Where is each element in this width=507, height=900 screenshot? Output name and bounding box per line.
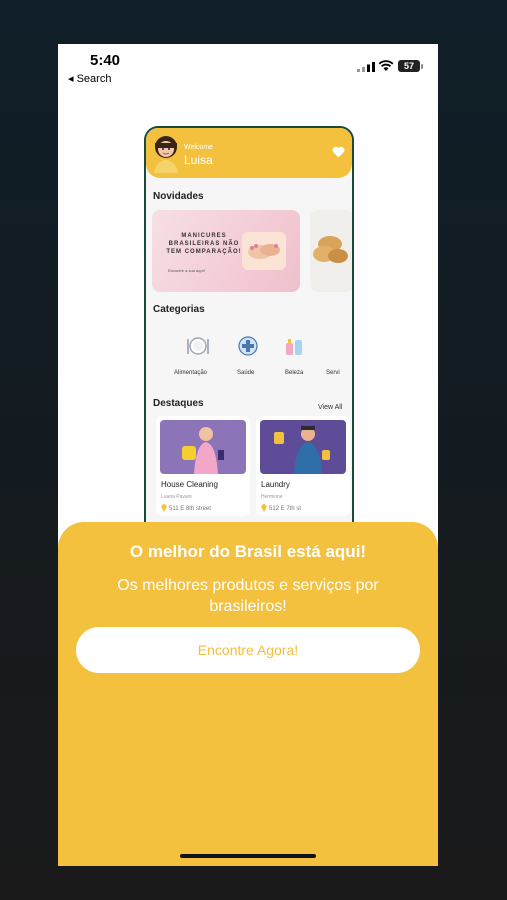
card-title: House Cleaning <box>161 480 218 489</box>
promo-banner-2 <box>310 210 352 292</box>
battery-tip <box>421 64 423 69</box>
health-icon <box>238 336 258 356</box>
status-bar: 5:40 ◂ Search 57 <box>58 44 438 90</box>
laundry-worker-image <box>274 426 330 474</box>
wifi-icon <box>378 60 394 71</box>
view-all-link[interactable]: View All <box>318 404 342 411</box>
app-screen: 5:40 ◂ Search 57 Welcome Luisa Novidades… <box>58 44 438 866</box>
battery-indicator: 57 <box>398 60 420 72</box>
category-label-saude: Saúde <box>237 370 255 376</box>
promo-banner: MANICURES BRASILEIRAS NÃO TEM COMPARAÇÃO… <box>152 210 300 292</box>
cleaner-image <box>182 427 224 474</box>
card-image <box>260 420 346 474</box>
onboarding-sheet: O melhor do Brasil está aqui! Os melhore… <box>58 522 438 866</box>
sheet-title: O melhor do Brasil está aqui! <box>129 542 367 561</box>
location-pin-icon <box>161 504 167 512</box>
back-to-search-link[interactable]: ◂ Search <box>68 72 111 85</box>
mockup-header: Welcome Luisa <box>146 128 352 178</box>
categorias-heading: Categorias <box>153 304 205 315</box>
user-name: Luisa <box>184 153 213 167</box>
home-indicator[interactable] <box>180 854 316 858</box>
plate-icon <box>187 337 209 355</box>
card-house-cleaning[interactable]: House Cleaning Luana Pavani 511 E 8th st… <box>156 416 250 516</box>
destaques-heading: Destaques <box>153 398 204 409</box>
novidades-heading: Novidades <box>153 191 204 202</box>
banner-subtext: Encontre a sua aqui! <box>168 268 205 273</box>
welcome-label: Welcome <box>184 144 214 151</box>
card-title: Laundry <box>261 480 290 489</box>
category-saude[interactable] <box>228 334 268 363</box>
card-image <box>160 420 246 474</box>
app-preview-mockup: Welcome Luisa Novidades MANICURES BRASIL… <box>144 126 354 548</box>
category-label-servicos: Servi <box>326 370 340 376</box>
location-pin-icon <box>261 504 267 512</box>
category-alimentacao[interactable] <box>178 334 218 363</box>
heart-icon <box>332 146 345 158</box>
cellular-signal-icon <box>357 62 375 72</box>
card-location: 511 E 8th street <box>169 506 211 512</box>
encontre-agora-button[interactable]: Encontre Agora! <box>76 627 420 673</box>
sheet-subtitle: Os melhores produtos e serviços por bras… <box>117 577 379 615</box>
category-label-alimentacao: Alimentação <box>174 370 208 376</box>
beauty-icon <box>286 339 302 355</box>
status-time: 5:40 <box>90 52 121 69</box>
card-laundry[interactable]: Laundry Hermione 512 E 7th st <box>256 416 350 516</box>
category-beleza[interactable] <box>274 334 314 363</box>
bread-image <box>313 236 348 263</box>
hands-icon <box>248 244 280 259</box>
manicure-image <box>242 232 286 270</box>
avatar <box>154 136 178 173</box>
card-provider: Hermione <box>261 494 283 500</box>
banner-headline: MANICURES BRASILEIRAS NÃO TEM COMPARAÇÃO… <box>166 233 242 255</box>
card-location: 512 E 7th st <box>269 506 302 512</box>
category-servicos[interactable] <box>318 334 352 358</box>
card-provider: Luana Pavani <box>161 494 192 500</box>
category-label-beleza: Beleza <box>285 370 304 376</box>
